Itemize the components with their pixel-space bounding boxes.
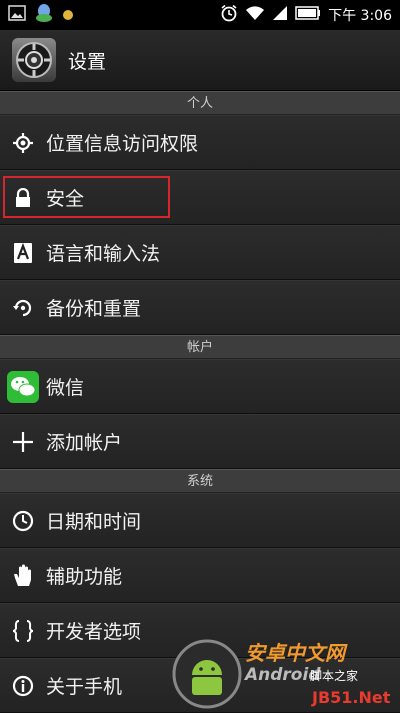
notification-dot-icon [62, 6, 74, 25]
battery-icon [295, 6, 321, 24]
watermark-text: 脚本之家 [310, 669, 359, 683]
android-logo-icon [172, 639, 242, 709]
section-header-accounts: 帐户 [0, 335, 400, 359]
watermark-text: JB51.Net [312, 688, 391, 707]
settings-item-label: 位置信息访问权限 [46, 133, 199, 155]
settings-gear-icon[interactable] [12, 38, 56, 82]
settings-item-date-time[interactable]: 日期和时间 [0, 493, 400, 548]
settings-item-label: 添加帐户 [46, 432, 123, 454]
settings-item-label: 关于手机 [46, 676, 123, 698]
section-header-system: 系统 [0, 469, 400, 493]
section-header-personal: 个人 [0, 91, 400, 115]
watermark: 安卓中文网 Android 脚本之家 JB51.Net [170, 631, 400, 711]
settings-item-wechat[interactable]: 微信 [0, 359, 400, 414]
page-title: 设置 [68, 50, 107, 73]
settings-item-language[interactable]: 语言和输入法 [0, 225, 400, 280]
hand-icon [0, 564, 46, 588]
settings-item-add-account[interactable]: 添加帐户 [0, 414, 400, 469]
wifi-icon [245, 5, 265, 25]
info-icon [0, 675, 46, 697]
status-time: 下午 3:06 [328, 8, 392, 24]
watermark-text: 安卓中文网 [245, 641, 345, 665]
settings-item-label: 辅助功能 [46, 566, 123, 588]
settings-item-label: 备份和重置 [46, 298, 142, 320]
wechat-icon [0, 370, 46, 403]
image-icon [8, 5, 26, 25]
alarm-icon [220, 4, 238, 26]
action-bar: 设置 [0, 30, 400, 91]
settings-item-label: 语言和输入法 [46, 243, 161, 265]
qq-icon [34, 3, 54, 27]
lock-icon [0, 187, 46, 208]
plus-icon [0, 431, 46, 453]
language-icon [0, 242, 46, 264]
settings-item-label: 开发者选项 [46, 621, 142, 643]
settings-item-backup[interactable]: 备份和重置 [0, 280, 400, 335]
settings-item-location[interactable]: 位置信息访问权限 [0, 115, 400, 170]
settings-list: 个人 位置信息访问权限 安全 语言和输入法 备份和重置 帐户 微信 添加帐户 系… [0, 91, 400, 713]
settings-item-label: 微信 [46, 377, 85, 399]
signal-icon [272, 5, 288, 25]
braces-icon [0, 619, 46, 642]
location-icon [0, 132, 46, 154]
backup-icon [0, 297, 46, 319]
status-bar: 下午 3:06 [0, 0, 400, 30]
settings-item-accessibility[interactable]: 辅助功能 [0, 548, 400, 603]
clock-icon [0, 510, 46, 532]
settings-item-label: 安全 [46, 188, 85, 210]
settings-item-security[interactable]: 安全 [0, 170, 400, 225]
settings-item-label: 日期和时间 [46, 511, 142, 533]
